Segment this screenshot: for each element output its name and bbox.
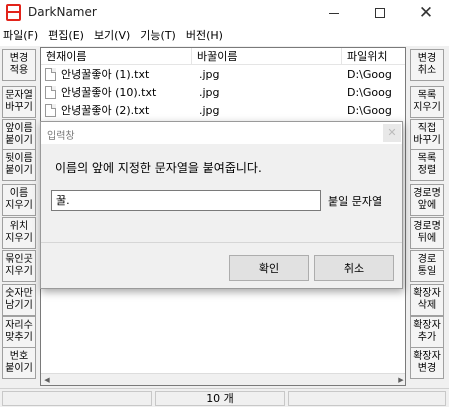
table-row[interactable]: 안녕꿀좋아 (10).txt .jpg D:\Goog <box>41 84 405 101</box>
delete-name-button[interactable]: 이름 지우기 <box>2 184 36 216</box>
current-name-cell: 안녕꿀좋아 (10).txt <box>61 86 157 99</box>
status-panel-left <box>2 391 152 406</box>
new-name-cell: .jpg <box>199 104 220 117</box>
delete-brackets-button[interactable]: 묶인곳 지우기 <box>2 250 36 282</box>
clear-list-button[interactable]: 목록 지우기 <box>410 86 444 118</box>
menu-tools[interactable]: 기능(T) <box>135 26 181 46</box>
add-number-button[interactable]: 번호 붙이기 <box>2 347 36 379</box>
current-name-cell: 안녕꿀좋아 (1).txt <box>61 68 150 81</box>
prepend-name-button[interactable]: 앞이름 붙이기 <box>2 119 36 151</box>
menu-bar: 파일(F) 편집(E) 보기(V) 기능(T) 버전(H) <box>0 26 449 46</box>
current-name-cell: 안녕꿀좋아 (2).txt <box>61 104 150 117</box>
new-name-cell: .jpg <box>199 68 220 81</box>
file-location-cell: D:\Goog <box>347 104 392 117</box>
path-prefix-button[interactable]: 경로명 앞에 <box>410 184 444 216</box>
input-label: 붙일 문자열 <box>328 195 383 208</box>
dialog-divider <box>41 242 402 243</box>
unify-path-button[interactable]: 경로 통일 <box>410 250 444 282</box>
maximize-button[interactable] <box>357 0 403 26</box>
horizontal-scrollbar[interactable]: ◀ ▶ <box>41 373 405 385</box>
column-new-name[interactable]: 바꿀이름 <box>192 48 342 65</box>
replace-string-button[interactable]: 문자열 바꾸기 <box>2 86 36 118</box>
file-count: 10 개 <box>206 392 234 405</box>
dialog-title-bar: 입력창 ✕ <box>41 122 402 144</box>
add-extension-button[interactable]: 확장자 추가 <box>410 316 444 348</box>
prefix-string-input[interactable]: 꿀. <box>51 190 321 211</box>
file-location-cell: D:\Goog <box>347 68 392 81</box>
ok-button[interactable]: 확인 <box>229 255 309 281</box>
dialog-message: 이름의 앞에 지정한 문자열을 붙여줍니다. <box>55 161 262 175</box>
column-current-name[interactable]: 현재이름 <box>41 48 192 65</box>
path-suffix-button[interactable]: 경로명 뒤에 <box>410 217 444 249</box>
apply-changes-button[interactable]: 변경 적용 <box>2 49 36 81</box>
text-file-icon <box>45 86 56 99</box>
menu-view[interactable]: 보기(V) <box>89 26 135 46</box>
status-panel-right <box>288 391 446 406</box>
minimize-icon <box>329 12 339 14</box>
status-bar: 10 개 <box>0 388 449 407</box>
title-bar: DarkNamer ✕ <box>0 0 449 26</box>
direct-rename-button[interactable]: 직접 바꾸기 <box>410 119 444 151</box>
delete-extension-button[interactable]: 확장자 삭제 <box>410 284 444 316</box>
append-name-button[interactable]: 뒷이름 붙이기 <box>2 149 36 181</box>
cancel-button[interactable]: 취소 <box>314 255 394 281</box>
minimize-button[interactable] <box>311 0 357 26</box>
delete-position-button[interactable]: 위치 지우기 <box>2 217 36 249</box>
table-row[interactable]: 안녕꿀좋아 (2).txt .jpg D:\Goog <box>41 102 405 119</box>
dialog-title: 입력창 <box>47 131 75 142</box>
close-icon: ✕ <box>418 3 434 23</box>
maximize-icon <box>375 8 385 18</box>
input-dialog: 입력창 ✕ 이름의 앞에 지정한 문자열을 붙여줍니다. 꿀. 붙일 문자열 확… <box>40 121 403 289</box>
scroll-right-icon[interactable]: ▶ <box>395 374 405 385</box>
file-location-cell: D:\Goog <box>347 86 392 99</box>
menu-file[interactable]: 파일(F) <box>0 26 43 46</box>
numbers-only-button[interactable]: 숫자만 남기기 <box>2 284 36 316</box>
new-name-cell: .jpg <box>199 86 220 99</box>
scroll-left-icon[interactable]: ◀ <box>41 374 53 385</box>
window-title: DarkNamer <box>28 5 97 19</box>
dialog-close-icon[interactable]: ✕ <box>383 124 401 142</box>
sort-list-button[interactable]: 목록 정렬 <box>410 149 444 181</box>
column-file-location[interactable]: 파일위치 <box>342 48 405 65</box>
menu-version[interactable]: 버전(H) <box>181 26 228 46</box>
undo-changes-button[interactable]: 변경 취소 <box>410 49 444 81</box>
table-row[interactable]: 안녕꿀좋아 (1).txt .jpg D:\Goog <box>41 66 405 83</box>
app-icon <box>6 4 21 21</box>
list-header: 현재이름 바꿀이름 파일위치 <box>41 48 405 65</box>
change-extension-button[interactable]: 확장자 변경 <box>410 347 444 379</box>
text-file-icon <box>45 104 56 117</box>
close-button[interactable]: ✕ <box>403 0 449 26</box>
menu-edit[interactable]: 편집(E) <box>43 26 89 46</box>
text-file-icon <box>45 68 56 81</box>
pad-digits-button[interactable]: 자리수 맞추기 <box>2 316 36 348</box>
